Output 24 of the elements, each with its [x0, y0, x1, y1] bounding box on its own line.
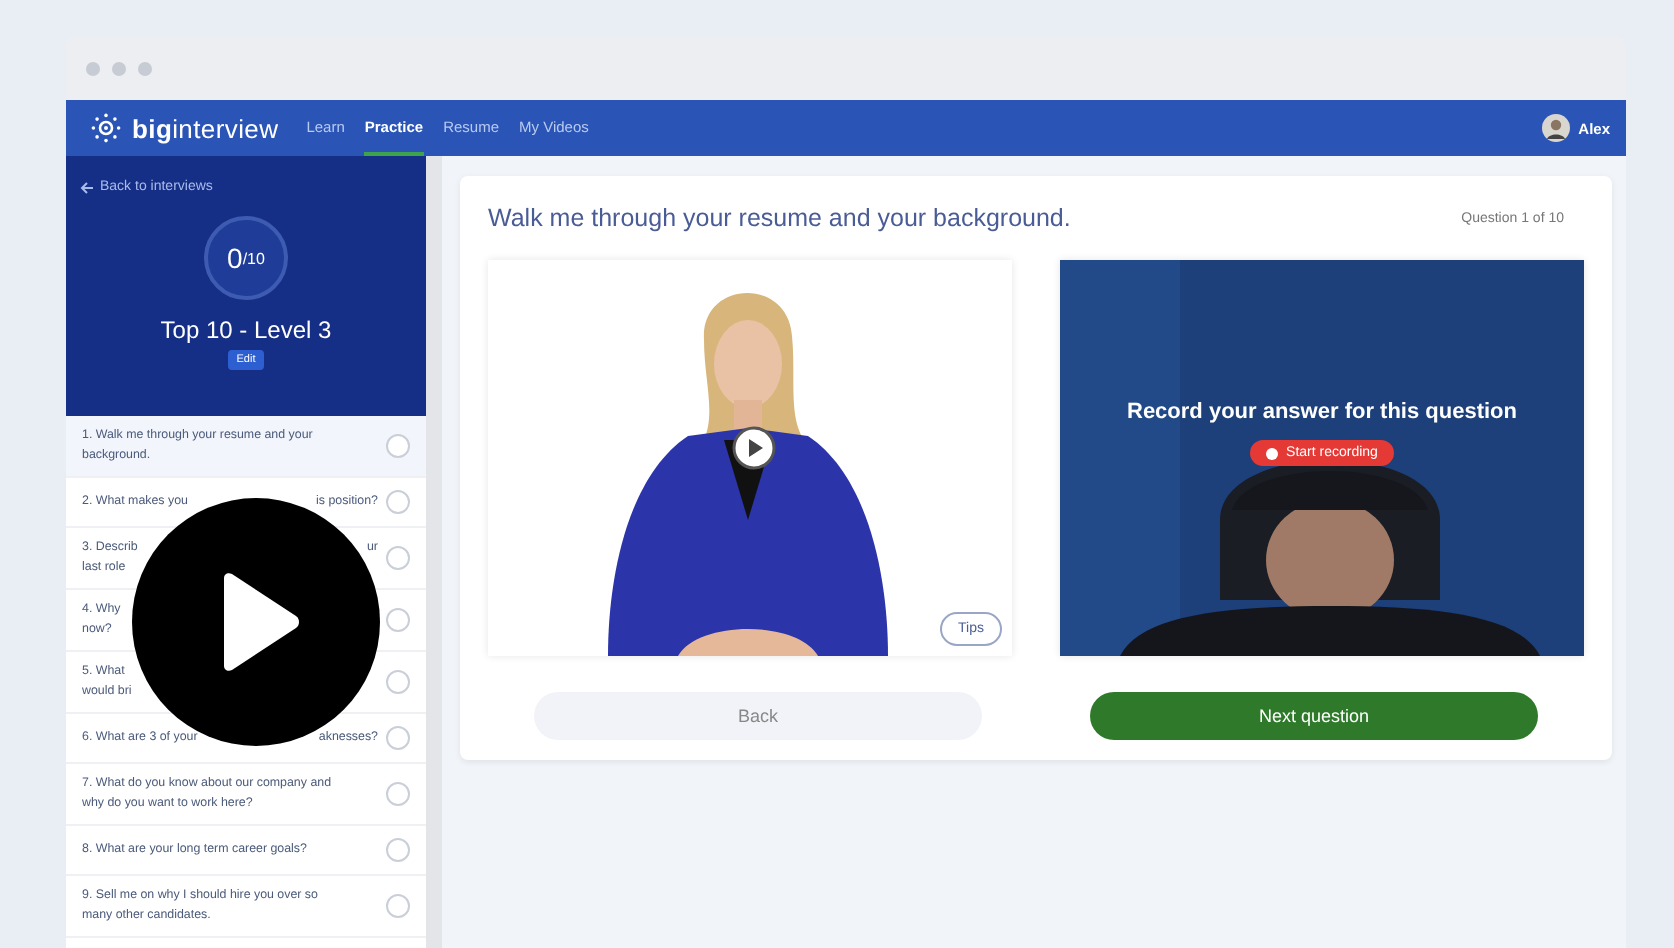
radio-button[interactable] [386, 490, 410, 514]
radio-button[interactable] [386, 894, 410, 918]
window-dot [138, 61, 152, 75]
record-dot-icon [1266, 447, 1279, 459]
window-dot [112, 61, 126, 75]
window-dot [86, 61, 100, 75]
radio-button[interactable] [386, 608, 410, 632]
radio-button[interactable] [386, 838, 410, 862]
radio-button[interactable] [386, 782, 410, 806]
back-button[interactable]: Back [534, 692, 982, 740]
radio-button[interactable] [386, 546, 410, 570]
play-icon[interactable] [732, 426, 776, 470]
next-button[interactable]: Next question [1090, 692, 1538, 740]
arrow-left-icon [80, 181, 94, 193]
radio-button[interactable] [386, 670, 410, 694]
logo-text: biginterview [132, 113, 279, 143]
interview-title: Top 10 - Level 3 [160, 316, 332, 344]
sun-logo-icon [90, 112, 122, 144]
radio-button[interactable] [386, 434, 410, 458]
radio-button[interactable] [386, 726, 410, 750]
avatar-icon[interactable] [1542, 114, 1571, 142]
scrollbar[interactable] [426, 156, 442, 948]
record-prompt: Record your answer for this question [1127, 400, 1517, 424]
question-title: Walk me through your resume and your background. [488, 204, 1071, 232]
